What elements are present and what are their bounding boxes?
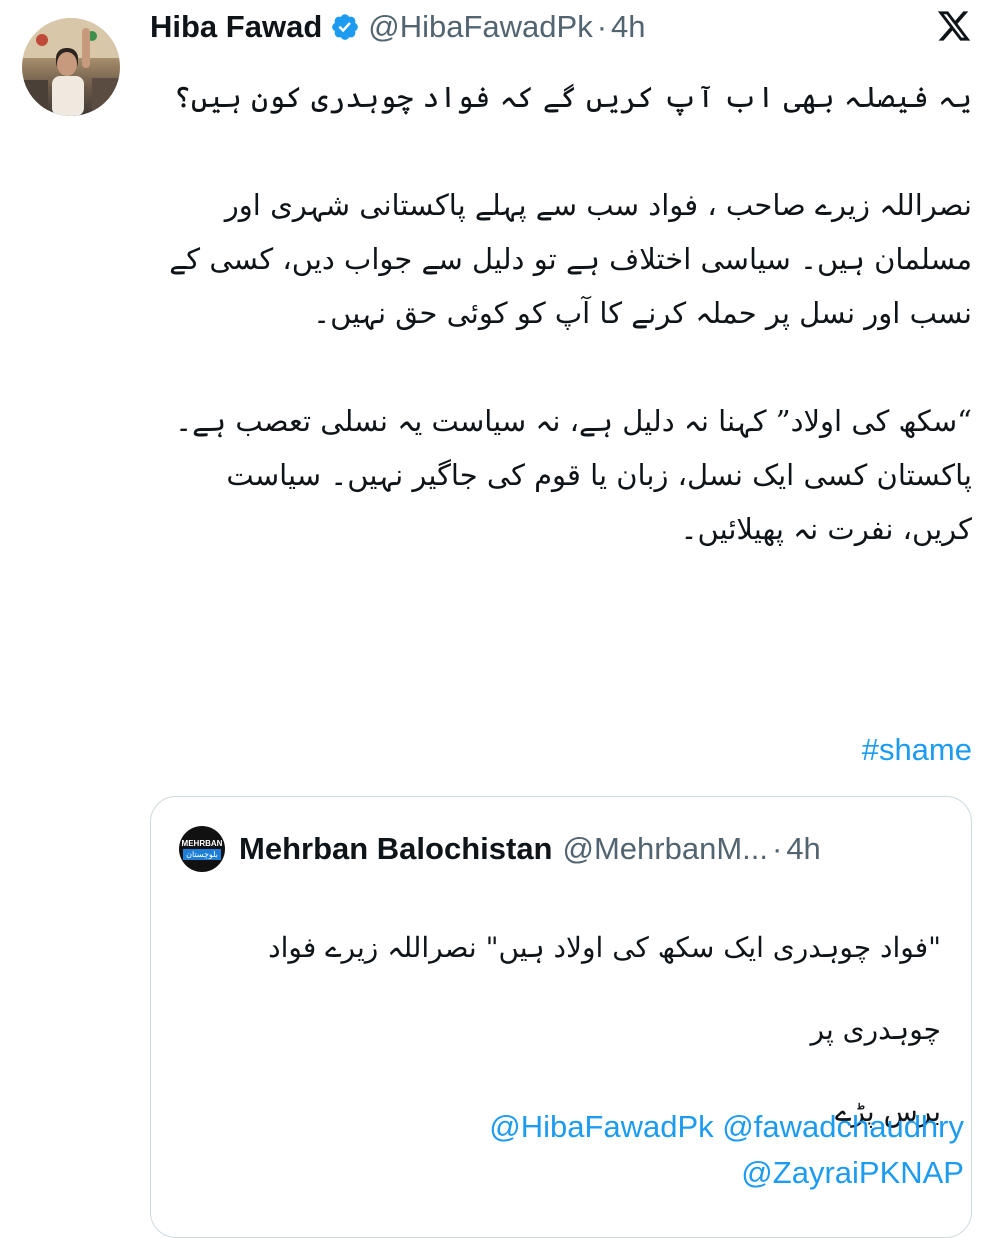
quoted-author-name[interactable]: Mehrban Balochistan	[239, 831, 553, 867]
mention-links[interactable]: @HibaFawadPk @fawadchaudhry	[489, 1104, 964, 1150]
avatar-logo-text: MEHRBAN	[181, 838, 223, 848]
timestamp[interactable]: 4h	[611, 9, 645, 45]
quoted-author-handle[interactable]: @MehrbanM...	[563, 831, 768, 867]
quoted-timestamp[interactable]: 4h	[786, 831, 820, 867]
separator-dot: ·	[596, 9, 608, 44]
avatar-logo-subtext: بلوچستان	[183, 848, 221, 860]
tweet-text: یہ فیصلہ بھی اب آپ کریں گے کہ فواد چوہدر…	[150, 70, 972, 556]
tweet-paragraph: “سکھ کی اولاد” کہنا نہ دلیل ہے، نہ سیاست…	[175, 404, 972, 546]
quoted-mentions: @HibaFawadPk @fawadchaudhry @ZayraiPKNAP	[489, 1104, 964, 1196]
quoted-author-avatar[interactable]: MEHRBAN بلوچستان	[179, 826, 225, 872]
author-handle[interactable]: @HibaFawadPk	[368, 9, 592, 45]
x-logo-icon[interactable]	[936, 8, 972, 44]
author-avatar[interactable]	[22, 18, 120, 116]
quoted-tweet-header: MEHRBAN بلوچستان Mehrban Balochistan @Me…	[179, 826, 951, 872]
author-name[interactable]: Hiba Fawad	[150, 9, 322, 45]
tweet-paragraph: نصراللہ زیرے صاحب ، فواد سب سے پہلے پاکس…	[169, 188, 972, 330]
verified-badge-icon	[330, 12, 360, 42]
quoted-text-line: "فواد چوہدری ایک سکھ کی اولاد ہیں" نصرال…	[268, 931, 941, 1046]
separator-dot: ·	[771, 831, 783, 866]
hashtag-link[interactable]: #shame	[862, 732, 972, 768]
tweet-paragraph: یہ فیصلہ بھی اب آپ کریں گے کہ فواد چوہدر…	[173, 80, 972, 114]
mention-link[interactable]: @ZayraiPKNAP	[489, 1150, 964, 1196]
tweet-header: Hiba Fawad @HibaFawadPk · 4h	[150, 4, 974, 50]
